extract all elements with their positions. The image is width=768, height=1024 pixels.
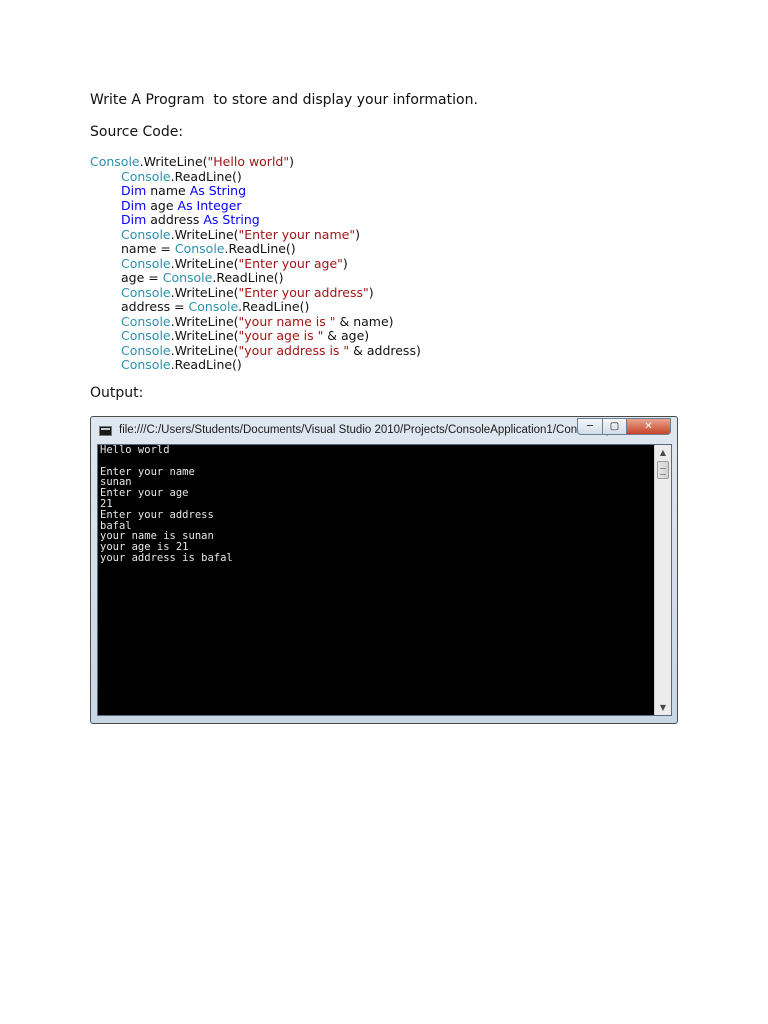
- code-token-class: Console: [121, 328, 171, 343]
- code-line: Console.ReadLine(): [90, 357, 421, 373]
- code-line: Console.WriteLine("Enter your address"): [90, 284, 421, 301]
- code-token-plain: .ReadLine(): [238, 299, 310, 314]
- code-token-plain: age =: [121, 270, 163, 285]
- code-token-kw: Dim: [121, 183, 147, 198]
- code-token-plain: & address): [349, 342, 421, 358]
- console-output-line: your address is bafal: [100, 551, 233, 564]
- code-token-plain: name: [146, 183, 190, 198]
- close-icon: ✕: [644, 421, 653, 432]
- code-line: Console.ReadLine(): [90, 168, 421, 185]
- code-token-plain: .WriteLine(: [170, 255, 239, 271]
- code-token-class: Console: [162, 270, 213, 285]
- console-output-line: Enter your age: [100, 487, 189, 500]
- code-token-plain: address: [146, 212, 204, 227]
- code-token-kw: Dim: [121, 212, 147, 227]
- console-output-line: Enter your address: [100, 508, 214, 521]
- caption-buttons: ─ ▢ ✕: [577, 418, 671, 436]
- code-token-plain: .ReadLine(): [212, 270, 284, 285]
- code-token-class: Console: [90, 154, 140, 169]
- console-window-screenshot: file:///C:/Users/Students/Documents/Visu…: [90, 416, 678, 724]
- source-code-label: Source Code:: [90, 124, 184, 140]
- console-output-area[interactable]: Hello world Enter your name sunan Enter you…: [97, 444, 672, 716]
- code-token-plain: .WriteLine(: [170, 342, 239, 358]
- code-token-plain: name =: [121, 241, 175, 256]
- maximize-icon: ▢: [609, 421, 620, 432]
- code-token-plain: & age): [323, 328, 370, 343]
- vertical-scrollbar[interactable]: ▲ ▼: [654, 445, 671, 715]
- code-token-plain: ): [342, 255, 348, 271]
- code-token-plain: ): [368, 284, 374, 300]
- code-line: Console.WriteLine("your age is " & age): [90, 328, 421, 344]
- minimize-icon: ─: [586, 421, 594, 432]
- code-token-kw: As String: [203, 212, 260, 227]
- minimize-button[interactable]: ─: [577, 418, 603, 435]
- code-token-str: "Enter your address": [238, 284, 369, 300]
- scrollbar-thumb[interactable]: [657, 461, 669, 479]
- console-window-title: file:///C:/Users/Students/Documents/Visu…: [119, 424, 622, 436]
- code-line: age = Console.ReadLine(): [90, 270, 421, 286]
- code-token-plain: .WriteLine(: [170, 328, 239, 343]
- code-token-plain: & name): [335, 313, 394, 329]
- code-line: name = Console.ReadLine(): [90, 241, 421, 257]
- code-token-plain: .WriteLine(: [170, 226, 239, 242]
- code-token-kw: Dim: [121, 197, 147, 213]
- code-line: address = Console.ReadLine(): [90, 299, 421, 315]
- code-token-class: Console: [188, 299, 239, 314]
- code-token-plain: .WriteLine(: [139, 154, 208, 169]
- code-line: Dim name As String: [90, 183, 421, 199]
- code-token-plain: ): [355, 226, 360, 242]
- code-token-plain: ): [289, 154, 294, 169]
- console-app-icon: [99, 426, 112, 436]
- code-token-plain: .WriteLine(: [170, 284, 239, 300]
- code-line: Console.WriteLine("Hello world"): [90, 154, 421, 170]
- code-token-kw: As Integer: [177, 197, 242, 213]
- code-token-class: Console: [121, 357, 171, 372]
- code-token-str: "Enter your name": [238, 226, 356, 242]
- source-code-block: Console.WriteLine("Hello world") Console.…: [90, 154, 421, 373]
- console-titlebar: file:///C:/Users/Students/Documents/Visu…: [91, 417, 677, 443]
- code-token-class: Console: [121, 255, 171, 271]
- code-line: Dim address As String: [90, 212, 421, 228]
- code-token-str: "your name is ": [238, 313, 336, 329]
- assignment-heading: Write A Program to store and display you…: [90, 92, 478, 108]
- code-line: Console.WriteLine("Enter your name"): [90, 226, 421, 243]
- code-token-plain: .WriteLine(: [170, 313, 239, 329]
- code-token-str: "your address is ": [238, 342, 350, 358]
- code-token-plain: .ReadLine(): [170, 357, 242, 372]
- code-token-class: Console: [121, 284, 171, 300]
- close-button[interactable]: ✕: [627, 418, 671, 435]
- console-output-line: Hello world: [100, 444, 170, 456]
- code-token-plain: address =: [121, 299, 189, 314]
- console-output-text: Hello world Enter your name sunan Enter you…: [100, 445, 233, 564]
- code-token-str: "Enter your age": [238, 255, 343, 271]
- code-line: Dim age As Integer: [90, 197, 421, 214]
- code-token-str: "Hello world": [207, 154, 290, 169]
- code-token-plain: .ReadLine(): [170, 168, 242, 184]
- code-token-class: Console: [121, 313, 171, 329]
- code-token-class: Console: [121, 342, 171, 358]
- code-line: Console.WriteLine("your name is " & name…: [90, 313, 421, 330]
- scroll-up-icon[interactable]: ▲: [655, 445, 671, 460]
- code-line: Console.WriteLine("Enter your age"): [90, 255, 421, 272]
- code-token-plain: .ReadLine(): [224, 241, 296, 256]
- code-line: Console.WriteLine("your address is " & a…: [90, 342, 421, 359]
- maximize-button[interactable]: ▢: [603, 418, 627, 435]
- code-token-kw: As String: [189, 183, 247, 198]
- code-token-plain: age: [146, 197, 178, 213]
- code-token-str: "your age is ": [238, 328, 324, 343]
- code-token-class: Console: [174, 241, 225, 256]
- code-token-class: Console: [121, 226, 171, 242]
- scroll-down-icon[interactable]: ▼: [655, 700, 671, 715]
- code-token-class: Console: [121, 168, 171, 184]
- output-label: Output:: [90, 385, 144, 401]
